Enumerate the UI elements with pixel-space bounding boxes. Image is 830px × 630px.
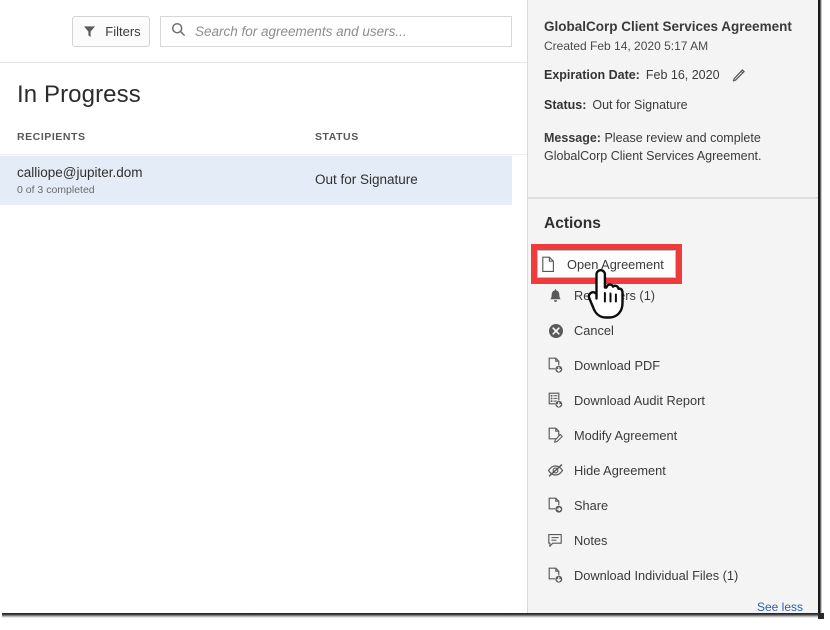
window-shadow-corner xyxy=(818,613,824,619)
actions-heading: Actions xyxy=(544,215,802,233)
action-download-pdf[interactable]: Download PDF xyxy=(544,348,802,383)
action-label: Notes xyxy=(574,533,607,548)
action-hide-agreement[interactable]: Hide Agreement xyxy=(544,453,802,488)
status-value: Out for Signature xyxy=(592,98,687,112)
action-modify-agreement[interactable]: Modify Agreement xyxy=(544,418,802,453)
row-recipient-email: calliope@jupiter.dom xyxy=(17,165,143,180)
agreement-manager-window: Filters In Progress RECIPIENTS STATUS ca… xyxy=(0,0,830,630)
action-label: Download Audit Report xyxy=(574,393,705,408)
action-notes[interactable]: Notes xyxy=(544,523,802,558)
list-column-headers: RECIPIENTS STATUS xyxy=(0,131,527,155)
status-row: Status: Out for Signature xyxy=(544,98,802,112)
bell-icon xyxy=(547,287,564,304)
row-status: Out for Signature xyxy=(315,172,418,187)
search-icon xyxy=(171,22,186,42)
page-title: In Progress xyxy=(17,81,141,109)
detail-header: GlobalCorp Client Services Agreement Cre… xyxy=(528,0,818,199)
eye-slash-icon xyxy=(547,462,564,479)
action-download-audit-report[interactable]: Download Audit Report xyxy=(544,383,802,418)
search-input[interactable] xyxy=(195,18,511,45)
action-label: Download Individual Files (1) xyxy=(574,568,738,583)
search-box[interactable] xyxy=(160,16,512,47)
window-shadow-right xyxy=(818,0,822,617)
action-download-individual-files[interactable]: Download Individual Files (1) xyxy=(544,558,802,593)
document-icon xyxy=(540,256,557,273)
action-open-agreement-highlighted[interactable]: Open Agreement xyxy=(537,250,676,278)
expiration-date-value: Feb 16, 2020 xyxy=(646,68,720,82)
row-completion-count: 0 of 3 completed xyxy=(17,184,95,196)
table-row[interactable]: calliope@jupiter.dom 0 of 3 completed Ou… xyxy=(0,156,512,205)
action-label: Share xyxy=(574,498,608,513)
document-share-icon xyxy=(547,497,564,514)
message-block: Message: Please review and complete Glob… xyxy=(544,129,794,165)
action-label: Download PDF xyxy=(574,358,660,373)
document-edit-icon xyxy=(547,427,564,444)
expiration-date-row: Expiration Date: Feb 16, 2020 xyxy=(544,68,802,83)
see-less-link[interactable]: See less xyxy=(757,600,803,614)
window-shadow-bottom xyxy=(2,613,822,618)
funnel-icon xyxy=(81,23,98,40)
toolbar: Filters xyxy=(0,0,527,63)
agreement-title: GlobalCorp Client Services Agreement xyxy=(544,19,802,36)
document-download-icon xyxy=(547,357,564,374)
speech-bubble-icon xyxy=(547,532,564,549)
cancel-circle-icon xyxy=(547,322,564,339)
actions-list: Reminders (1) Cancel xyxy=(544,243,802,593)
agreement-detail-pane: GlobalCorp Client Services Agreement Cre… xyxy=(527,0,818,617)
action-label: Modify Agreement xyxy=(574,428,677,443)
pencil-icon[interactable] xyxy=(720,68,746,83)
expiration-date-label: Expiration Date: xyxy=(544,68,640,82)
column-header-recipients: RECIPIENTS xyxy=(17,131,86,143)
agreement-list-pane: Filters In Progress RECIPIENTS STATUS ca… xyxy=(0,0,527,617)
status-label: Status: xyxy=(544,98,586,112)
action-label: Hide Agreement xyxy=(574,463,666,478)
action-label: Cancel xyxy=(574,323,614,338)
audit-report-download-icon xyxy=(547,392,564,409)
document-download-icon xyxy=(547,567,564,584)
filters-button[interactable]: Filters xyxy=(72,16,150,47)
agreement-created-date: Created Feb 14, 2020 5:17 AM xyxy=(544,39,802,53)
action-label: Open Agreement xyxy=(567,257,664,272)
action-cancel[interactable]: Cancel xyxy=(544,313,802,348)
filters-button-label: Filters xyxy=(105,24,140,39)
message-label: Message: xyxy=(544,131,601,145)
action-label: Reminders (1) xyxy=(574,288,655,303)
column-header-status: STATUS xyxy=(315,131,359,143)
action-reminders[interactable]: Reminders (1) xyxy=(544,278,802,313)
action-share[interactable]: Share xyxy=(544,488,802,523)
